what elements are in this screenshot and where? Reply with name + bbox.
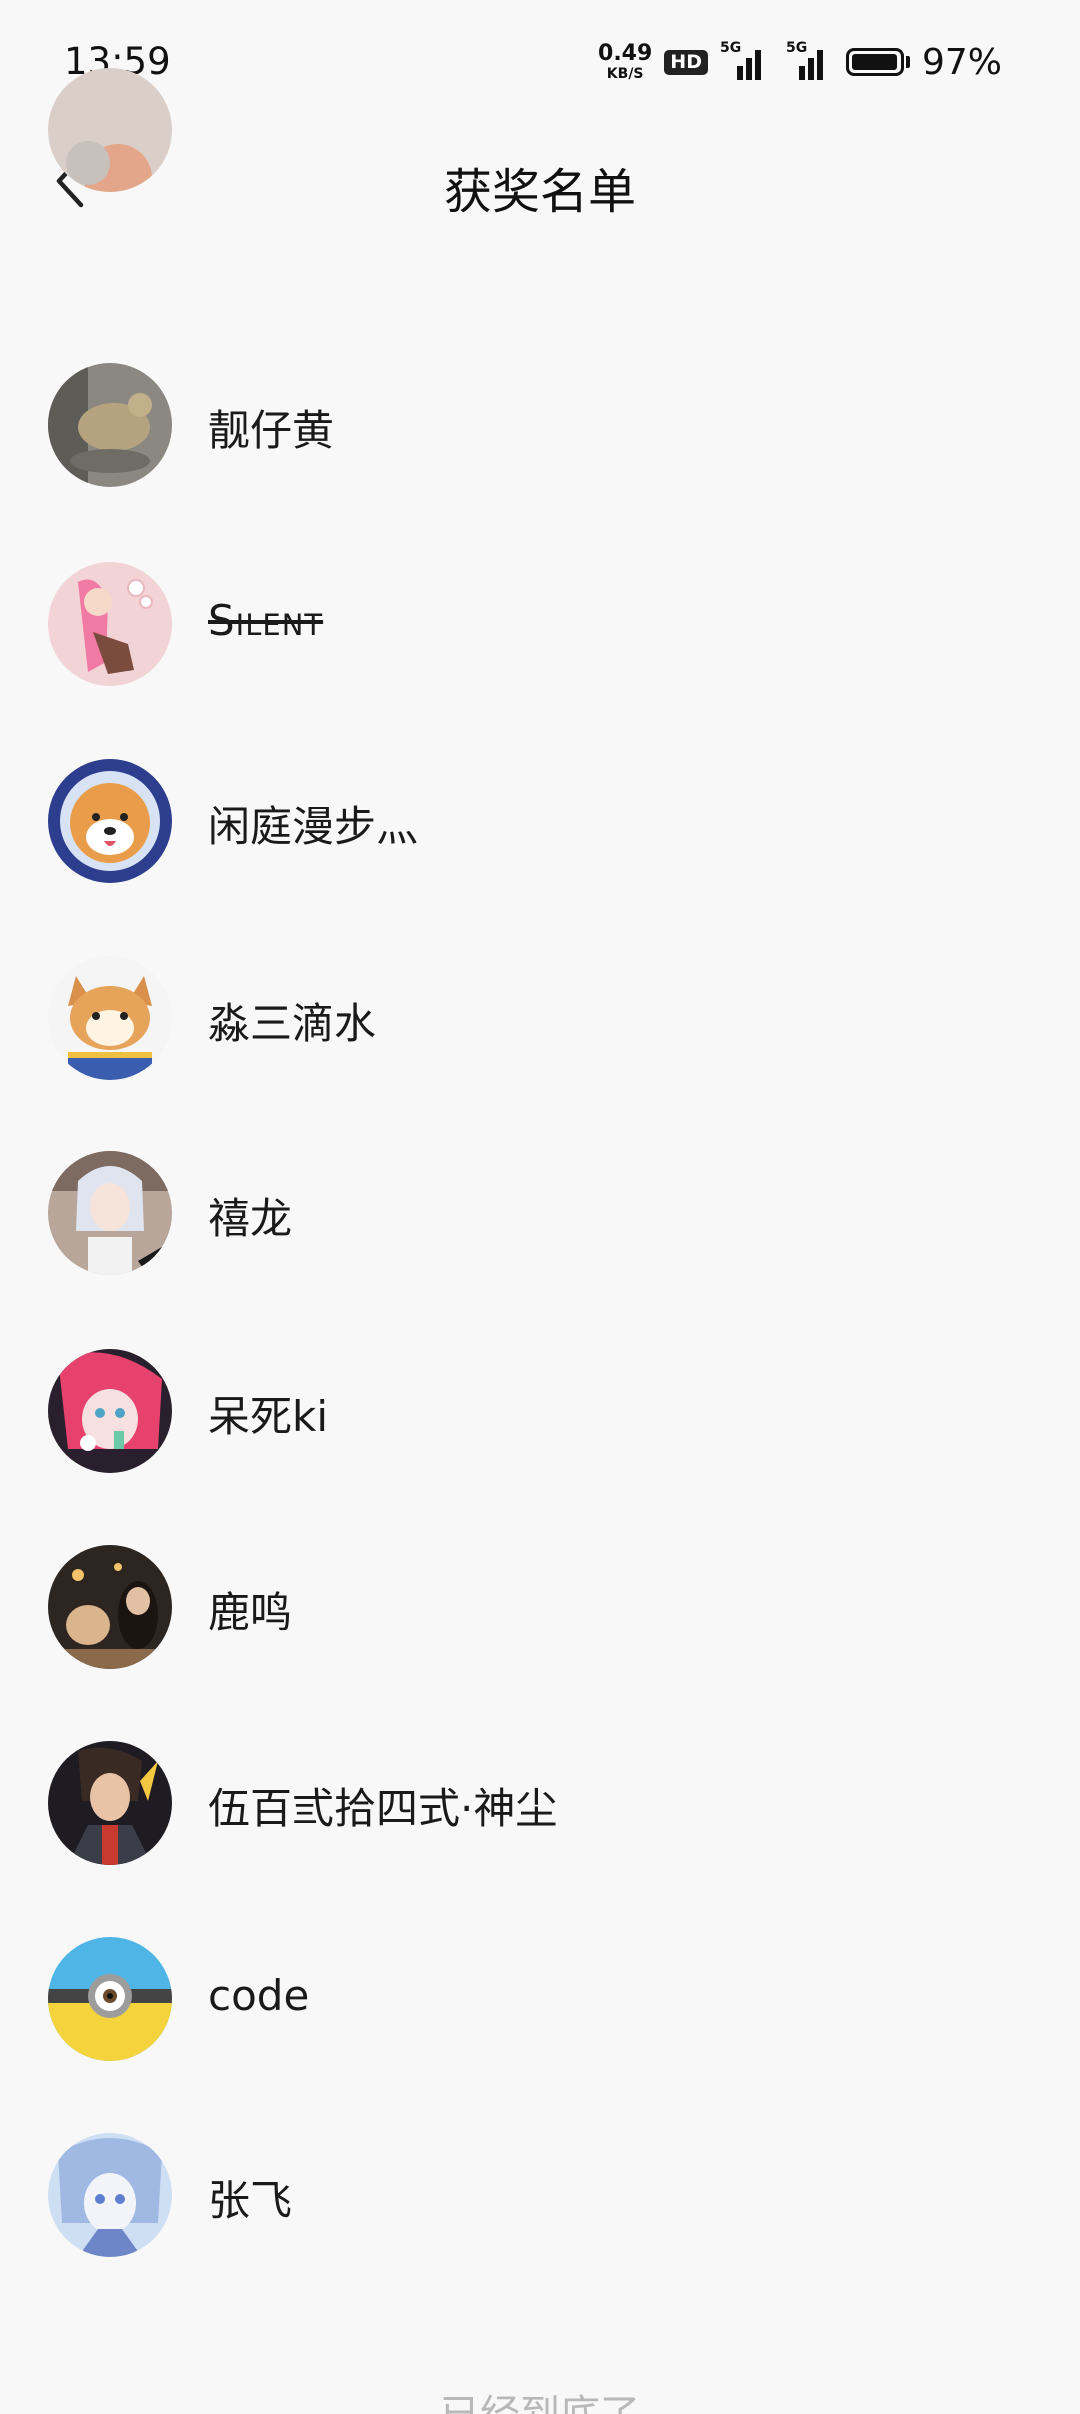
avatar	[48, 1151, 172, 1275]
winner-name: 张飞	[208, 2176, 293, 2225]
winners-list-screen: 13:59 0.49 KB/S HD 5G 5G 97% 获奖名单 靓仔黄 Si…	[0, 0, 1080, 2414]
list-item[interactable]: Silent	[0, 562, 1080, 804]
battery-icon	[845, 48, 910, 76]
winner-name: 鹿鸣	[208, 1588, 293, 1637]
signal-icon-secondary: 5G	[778, 40, 834, 80]
avatar	[48, 363, 172, 487]
avatar	[48, 1349, 172, 1473]
list-item[interactable]: 禧龙	[0, 1151, 1080, 1393]
avatar	[48, 956, 172, 1080]
network-speed-value: 0.49	[598, 41, 653, 66]
winner-name: 伍百弎拾四式·神尘	[208, 1784, 558, 1833]
list-item[interactable]: 鹿鸣	[0, 1545, 1080, 1787]
avatar	[48, 1741, 172, 1865]
winner-name: 呆死ki	[208, 1392, 328, 1441]
network-speed: 0.49 KB/S	[598, 41, 653, 82]
list-item[interactable]: 张飞	[0, 2133, 1080, 2375]
list-item[interactable]: code	[0, 1937, 1080, 2179]
battery-percent: 97%	[921, 41, 1002, 83]
avatar	[48, 68, 172, 192]
signal-icon: 5G	[720, 40, 766, 80]
avatar	[48, 562, 172, 686]
winner-name: 闲庭漫步灬	[208, 802, 419, 851]
hd-icon: HD	[664, 49, 708, 75]
list-item[interactable]	[0, 68, 1080, 350]
winner-name: code	[208, 1971, 310, 2020]
list-item[interactable]: 呆死ki	[0, 1349, 1080, 1591]
avatar	[48, 1545, 172, 1669]
list-item[interactable]: 淼三滴水	[0, 956, 1080, 1198]
list-item[interactable]: 靓仔黄	[0, 363, 1080, 605]
winner-name: 靓仔黄	[208, 406, 335, 455]
avatar	[48, 759, 172, 883]
list-item[interactable]: 闲庭漫步灬	[0, 759, 1080, 1001]
winner-name: Silent	[208, 596, 324, 645]
status-icons: 0.49 KB/S HD 5G 5G 97%	[598, 40, 1002, 84]
list-item[interactable]: 伍百弎拾四式·神尘	[0, 1741, 1080, 1983]
list-end-text: 已经到底了	[0, 2382, 1080, 2414]
avatar	[48, 2133, 172, 2257]
signal-label-secondary: 5G	[785, 40, 808, 56]
winner-name: 淼三滴水	[208, 999, 377, 1048]
network-speed-unit: KB/S	[606, 66, 644, 82]
signal-label: 5G	[719, 40, 742, 56]
avatar	[48, 1937, 172, 2061]
winner-name: 禧龙	[208, 1194, 293, 1243]
